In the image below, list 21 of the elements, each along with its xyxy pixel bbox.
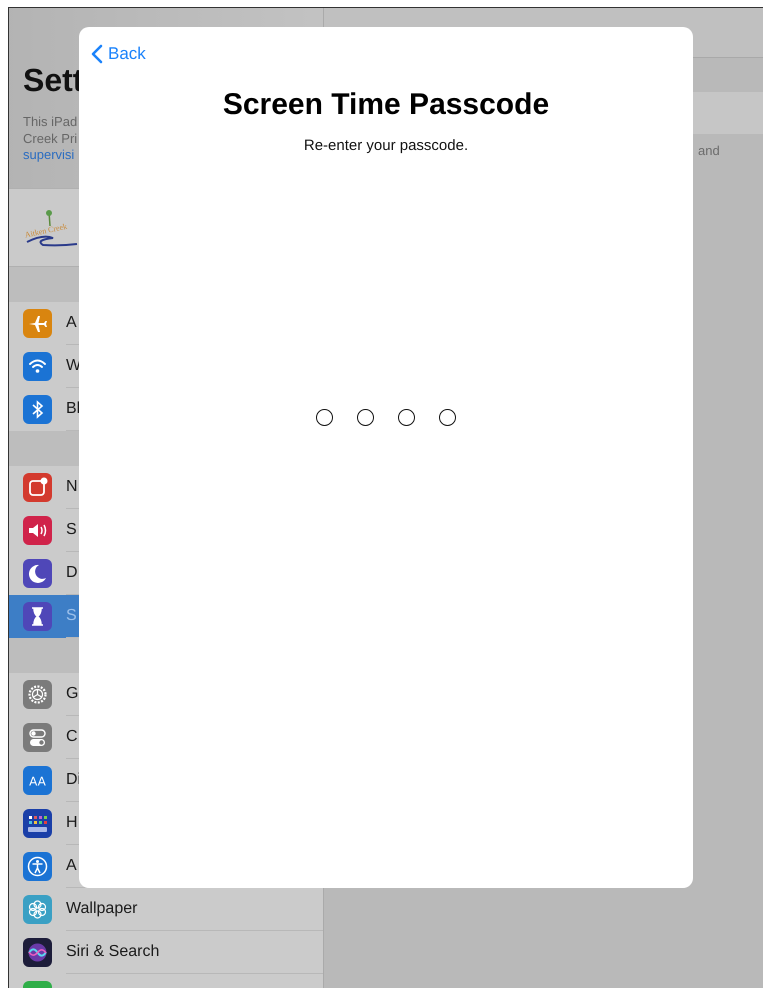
description-text: This iPad xyxy=(23,114,78,130)
sheet-title: Screen Time Passcode xyxy=(222,88,550,122)
row-label: G xyxy=(66,685,78,703)
back-button[interactable]: Back xyxy=(91,44,146,64)
row-label: C xyxy=(66,728,78,746)
row-label: A xyxy=(66,857,77,875)
row-label: D xyxy=(66,564,78,582)
row-label: H xyxy=(66,814,78,832)
text-size-icon: AA xyxy=(23,766,52,795)
row-label: N xyxy=(66,478,78,496)
row-label: Wallpaper xyxy=(66,900,138,918)
footer-text: and xyxy=(698,143,721,158)
row-label: A xyxy=(66,314,77,332)
row-label: Siri & Search xyxy=(66,943,160,961)
row-label: S xyxy=(66,607,77,625)
school-logo-drawing: Aitken Creek xyxy=(23,208,79,248)
row-label: S xyxy=(66,521,77,539)
settings-row[interactable]: Siri & Search xyxy=(9,931,323,974)
row-label: Bl xyxy=(66,400,80,418)
chevron-left-icon xyxy=(91,44,103,64)
instruction-text: Re-enter your passcode. xyxy=(304,137,468,154)
